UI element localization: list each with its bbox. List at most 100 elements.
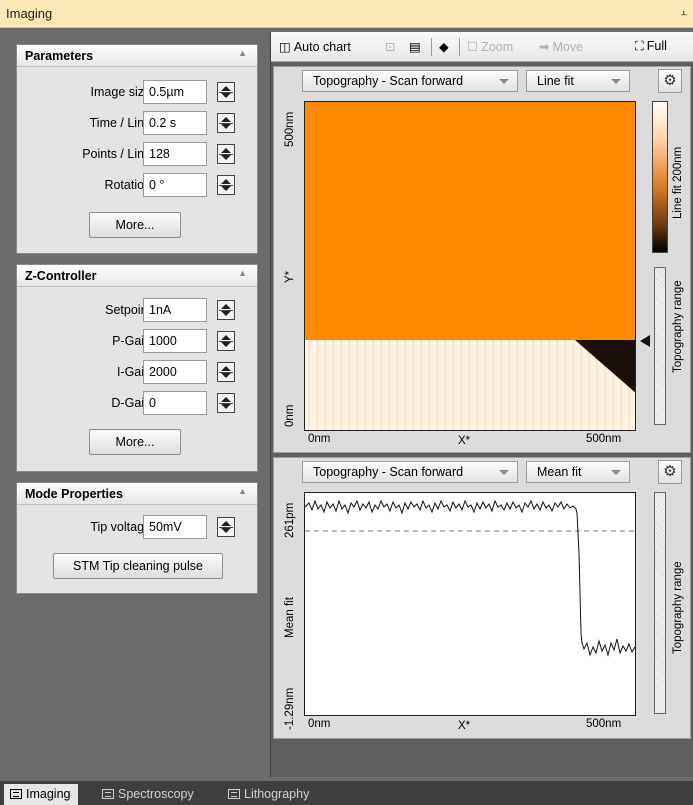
time-line-input[interactable]: 0.2 s (143, 111, 207, 135)
time-line-row: Time / Line 0.2 s (17, 111, 259, 135)
filter-select-value: Line fit (537, 74, 574, 88)
colorbar-label: Line fit 200nm (672, 146, 684, 219)
zoom-icon: ☐ (467, 40, 479, 54)
settings-panel: Parameters ▲ Image size 0.5µm Time / Lin… (4, 32, 262, 776)
parameters-title: Parameters (25, 49, 94, 63)
chevron-down-icon (499, 79, 509, 84)
i-gain-spinner[interactable] (217, 362, 235, 382)
line-profile-chart: Topography - Scan forward Mean fit ⚙ 261… (273, 457, 691, 739)
filter-select[interactable]: Mean fit (526, 461, 630, 483)
gear-icon[interactable]: ⚙ (658, 69, 682, 93)
channel-select[interactable]: Topography - Scan forward (302, 70, 518, 92)
tab-lithography[interactable]: Lithography (222, 784, 317, 805)
gear-icon[interactable]: ⚙ (658, 460, 682, 484)
window-icon (228, 789, 240, 799)
window-title: Imaging (6, 6, 53, 21)
points-line-spinner[interactable] (217, 144, 235, 164)
full-icon: ⛶ (635, 39, 644, 53)
auto-chart-label: Auto chart (293, 40, 351, 54)
colorbar (652, 101, 668, 253)
parameters-header[interactable]: Parameters ▲ (17, 45, 257, 67)
full-button[interactable]: ⛶ Full (635, 39, 667, 54)
image-size-label: Image size (90, 85, 151, 99)
y-bottom-label: 0nm (284, 404, 296, 427)
points-line-row: Points / Line 128 (17, 142, 259, 166)
y-axis-label: Y* (284, 270, 296, 283)
range-bar[interactable] (654, 267, 666, 425)
tip-cleaning-pulse-button[interactable]: STM Tip cleaning pulse (53, 553, 223, 579)
profile-plot-svg (305, 499, 635, 657)
collapse-icon[interactable]: ▲ (238, 486, 247, 496)
tab-imaging-label: Imaging (26, 787, 71, 801)
topography-image[interactable] (304, 101, 636, 431)
parameters-group: Parameters ▲ Image size 0.5µm Time / Lin… (16, 44, 258, 254)
x-right-label: 500nm (586, 718, 622, 730)
profile-trace (305, 499, 635, 657)
full-label: Full (646, 39, 667, 53)
rotation-spinner[interactable] (217, 175, 235, 195)
parameters-more-button[interactable]: More... (89, 212, 181, 238)
chevron-down-icon (499, 470, 509, 475)
mode-properties-title: Mode Properties (25, 487, 123, 501)
range-label: Topography range (672, 280, 684, 373)
p-gain-input[interactable]: 1000 (143, 329, 207, 353)
time-line-spinner[interactable] (217, 113, 235, 133)
image-step-edge (575, 340, 635, 393)
move-label: Move (552, 40, 584, 54)
zoom-button[interactable]: ☐ Zoom (467, 39, 513, 54)
remove-chart-icon[interactable]: ⊡ (385, 39, 395, 54)
zcontroller-group: Z-Controller ▲ Setpoint 1nA P-Gain 1000 … (16, 264, 258, 472)
zoom-label: Zoom (481, 40, 514, 54)
layout-icon[interactable]: ▤ (409, 39, 421, 54)
tip-voltage-spinner[interactable] (217, 517, 235, 537)
image-size-input[interactable]: 0.5µm (143, 80, 207, 104)
window-titlebar: Imaging ⫠ (0, 0, 693, 28)
tab-spectroscopy[interactable]: Spectroscopy (96, 784, 202, 805)
profile-plot[interactable] (304, 492, 636, 716)
tab-imaging[interactable]: Imaging (4, 784, 79, 805)
d-gain-row: D-Gain 0 (17, 391, 259, 415)
x-axis-label: X* (458, 435, 471, 447)
zcontroller-more-button[interactable]: More... (89, 429, 181, 455)
setpoint-spinner[interactable] (217, 300, 235, 320)
pin-icon[interactable]: ⫠ (680, 6, 687, 19)
zcontroller-title: Z-Controller (25, 269, 97, 283)
eraser-icon[interactable]: ◆ (439, 39, 449, 54)
x-axis-label: X* (458, 720, 471, 732)
mode-properties-header[interactable]: Mode Properties ▲ (17, 483, 257, 505)
i-gain-input[interactable]: 2000 (143, 360, 207, 384)
d-gain-spinner[interactable] (217, 393, 235, 413)
tip-voltage-row: Tip voltage 50mV (17, 515, 259, 539)
tip-voltage-input[interactable]: 50mV (143, 515, 207, 539)
tab-spectroscopy-label: Spectroscopy (118, 787, 194, 801)
toolbar-separator (459, 38, 460, 56)
auto-chart-button[interactable]: ◫ Auto chart (279, 39, 351, 54)
channel-select-value: Topography - Scan forward (313, 465, 464, 479)
filter-select[interactable]: Line fit (526, 70, 630, 92)
filter-select-value: Mean fit (537, 465, 582, 479)
collapse-icon[interactable]: ▲ (238, 48, 247, 58)
zcontroller-header[interactable]: Z-Controller ▲ (17, 265, 257, 287)
p-gain-spinner[interactable] (217, 331, 235, 351)
channel-select[interactable]: Topography - Scan forward (302, 461, 518, 483)
tab-lithography-label: Lithography (244, 787, 310, 801)
time-line-label: Time / Line (89, 116, 151, 130)
range-bar[interactable] (654, 492, 666, 714)
range-pointer[interactable] (640, 335, 650, 347)
x-right-label: 500nm (586, 433, 622, 445)
setpoint-input[interactable]: 1nA (143, 298, 207, 322)
image-size-spinner[interactable] (217, 82, 235, 102)
move-icon: ➡ (539, 40, 550, 54)
points-line-input[interactable]: 128 (143, 142, 207, 166)
mode-properties-group: Mode Properties ▲ Tip voltage 50mV STM T… (16, 482, 258, 594)
auto-chart-icon: ◫ (279, 40, 291, 54)
rotation-row: Rotation 0 ° (17, 173, 259, 197)
channel-select-value: Topography - Scan forward (313, 74, 464, 88)
move-button[interactable]: ➡ Move (539, 39, 583, 54)
d-gain-input[interactable]: 0 (143, 391, 207, 415)
y-top-label: 261pm (284, 502, 296, 538)
rotation-input[interactable]: 0 ° (143, 173, 207, 197)
chevron-down-icon (611, 79, 621, 84)
collapse-icon[interactable]: ▲ (238, 268, 247, 278)
window-icon (102, 789, 114, 799)
